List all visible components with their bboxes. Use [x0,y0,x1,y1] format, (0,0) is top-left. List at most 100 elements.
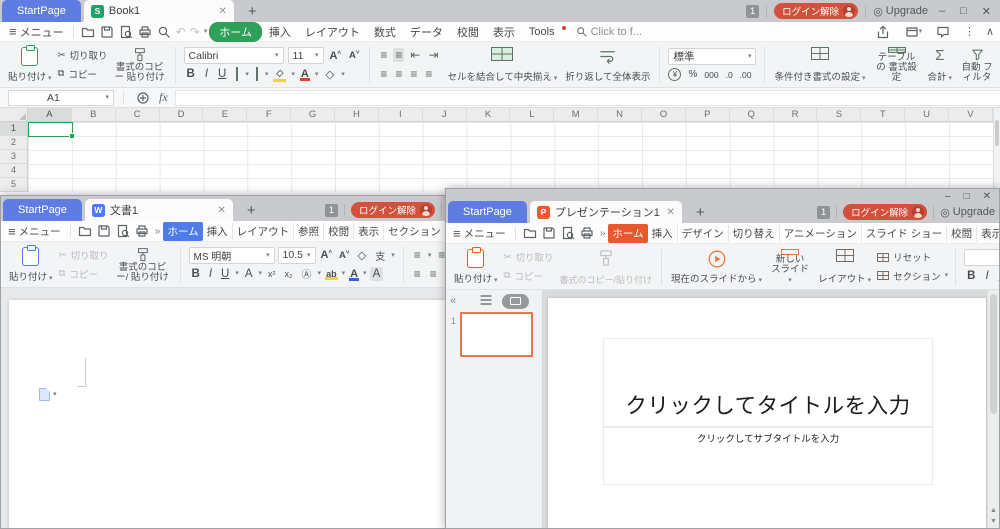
scroll-down-icon[interactable]: ▼ [988,518,999,525]
align-center-button[interactable]: ≡ [393,67,404,81]
column-header[interactable]: R [774,108,818,121]
save-icon[interactable] [540,225,559,241]
decrease-decimal-icon[interactable]: .00 [740,70,752,80]
column-header[interactable]: J [423,108,467,121]
history-caret-icon[interactable]: ▾ [204,28,208,35]
notification-badge[interactable]: 1 [817,206,830,219]
collapse-panel-icon[interactable]: « [450,295,456,307]
minimize-button[interactable]: – [939,5,945,18]
menu-tab-animations[interactable]: アニメーション [780,225,862,242]
logout-button[interactable]: ログイン解除 [774,3,858,19]
underline-button[interactable]: U [215,67,229,81]
subscript-button[interactable]: x₂ [282,268,296,280]
menu-tab-home[interactable]: ホーム [209,22,262,42]
character-shading-button[interactable]: A [370,267,384,281]
cells-area[interactable] [28,122,993,192]
notification-badge[interactable]: 1 [746,5,759,18]
hamburger-menu-icon[interactable]: ≡ [453,226,461,241]
align-middle-button[interactable]: ≡ [393,48,404,62]
tab-document[interactable]: P プレゼンテーション1 ✕ [530,201,682,223]
format-painter-button[interactable]: 書式のコピー 貼り付け [110,44,170,85]
eraser-button[interactable]: ◇ [322,66,337,82]
logout-button[interactable]: ログイン解除 [351,202,435,218]
copy-button[interactable]: ⧉コピー [504,269,554,283]
row-header[interactable]: 3 [0,150,27,164]
find-in-document-icon[interactable] [155,24,174,40]
upgrade-button[interactable]: ◎Upgrade [940,206,995,219]
close-window-button[interactable]: ✕ [982,5,991,18]
font-size-select[interactable]: 10.5▾ [278,247,316,264]
cut-button[interactable]: ✂切り取り [504,250,554,264]
number-format-select[interactable]: 標準▾ [668,48,756,65]
column-headers[interactable]: ABCDEFGHIJKLMNOPQRSTUV [28,108,993,122]
merge-center-button[interactable]: セルを結合して中央揃え▾ [444,44,562,85]
menu-tab-layout[interactable]: レイアウト [298,23,367,41]
menu-tab-insert[interactable]: 挿入 [203,223,233,240]
grow-font-button[interactable]: A˄ [319,249,334,261]
page-settings-button[interactable]: ▾ [39,388,57,401]
column-header[interactable]: C [116,108,160,121]
column-header[interactable]: M [554,108,598,121]
menu-tab-view[interactable]: 表示 [486,23,522,41]
column-header[interactable]: E [203,108,247,121]
shrink-font-button[interactable]: A˅ [347,50,361,61]
column-header[interactable]: S [817,108,861,121]
minimize-button[interactable]: – [945,191,951,202]
play-from-current-slide-button[interactable]: 現在のスライドから▾ [667,246,766,287]
font-name-select[interactable]: Calibri▾ [184,47,284,64]
column-header[interactable]: U [905,108,949,121]
menu-button[interactable]: メニュー [464,226,506,241]
column-header[interactable]: O [642,108,686,121]
overflow-icon[interactable]: » [600,227,606,239]
align-justify-button[interactable]: ≡ [423,67,434,81]
open-file-icon[interactable] [521,225,540,241]
print-icon[interactable] [578,225,597,241]
menu-tab-data[interactable]: データ [403,23,450,41]
row-header[interactable]: 4 [0,164,27,178]
menu-tab-tools[interactable]: Tools [522,25,562,39]
column-header[interactable]: I [379,108,423,121]
paste-button[interactable]: 貼り付け▾ [4,44,56,85]
column-header[interactable]: N [598,108,642,121]
print-icon[interactable] [133,223,152,239]
layout-button[interactable]: レイアウト▾ [814,246,875,287]
menu-button[interactable]: メニュー [20,24,64,40]
switch-window-icon[interactable]: ▾ [904,24,923,40]
upgrade-button[interactable]: ◎Upgrade [873,5,928,18]
menu-tab-view[interactable]: 表示 [977,225,1000,242]
percent-format-icon[interactable]: % [688,69,697,80]
new-tab-button[interactable]: + [248,3,257,20]
underline-button[interactable]: U [218,267,232,281]
menu-tab-review[interactable]: 校閲 [450,23,486,41]
sum-button[interactable]: Σ 合計▾ [924,44,957,85]
numbered-list-button[interactable]: ≡ [436,248,445,262]
tab-startpage[interactable]: StartPage [448,201,527,223]
more-icon[interactable]: ⋮ [964,25,975,38]
align-left-button[interactable]: ≡ [378,67,389,81]
redo-icon[interactable]: ↷ [190,25,200,39]
hamburger-menu-icon[interactable]: ≡ [9,24,17,39]
table-format-button[interactable]: テーブルの 書式設定 [870,44,924,85]
column-header[interactable]: A [28,108,72,121]
superscript-button[interactable]: x² [265,268,279,280]
slide-editor-area[interactable]: クリックしてタイトルを入力 クリックしてサブタイトルを入力 [543,290,987,528]
cell-style-button[interactable] [253,67,261,81]
bold-button[interactable]: B [189,267,203,281]
increase-indent-button[interactable]: ⇥ [426,48,440,62]
align-center-button[interactable]: ≡ [428,267,439,281]
select-all-corner[interactable] [0,108,28,122]
increase-decimal-icon[interactable]: .0 [726,70,733,80]
italic-button[interactable]: I [206,267,215,281]
tab-startpage[interactable]: StartPage [3,199,82,221]
new-slide-button[interactable]: 新しい スライド▾ [766,246,814,287]
save-icon[interactable] [95,223,114,239]
maximize-button[interactable]: □ [964,191,970,202]
menu-button[interactable]: メニュー [19,224,61,239]
shrink-font-button[interactable]: A˅ [337,250,351,261]
clear-format-button[interactable]: ◇ [354,247,369,263]
bold-button[interactable]: B [964,269,978,283]
auto-filter-button[interactable]: 自動 フィルタ [956,44,998,85]
fill-color-button[interactable] [272,68,287,81]
menu-tab-layout[interactable]: レイアウト [233,223,295,240]
scrollbar-thumb[interactable] [995,120,999,146]
